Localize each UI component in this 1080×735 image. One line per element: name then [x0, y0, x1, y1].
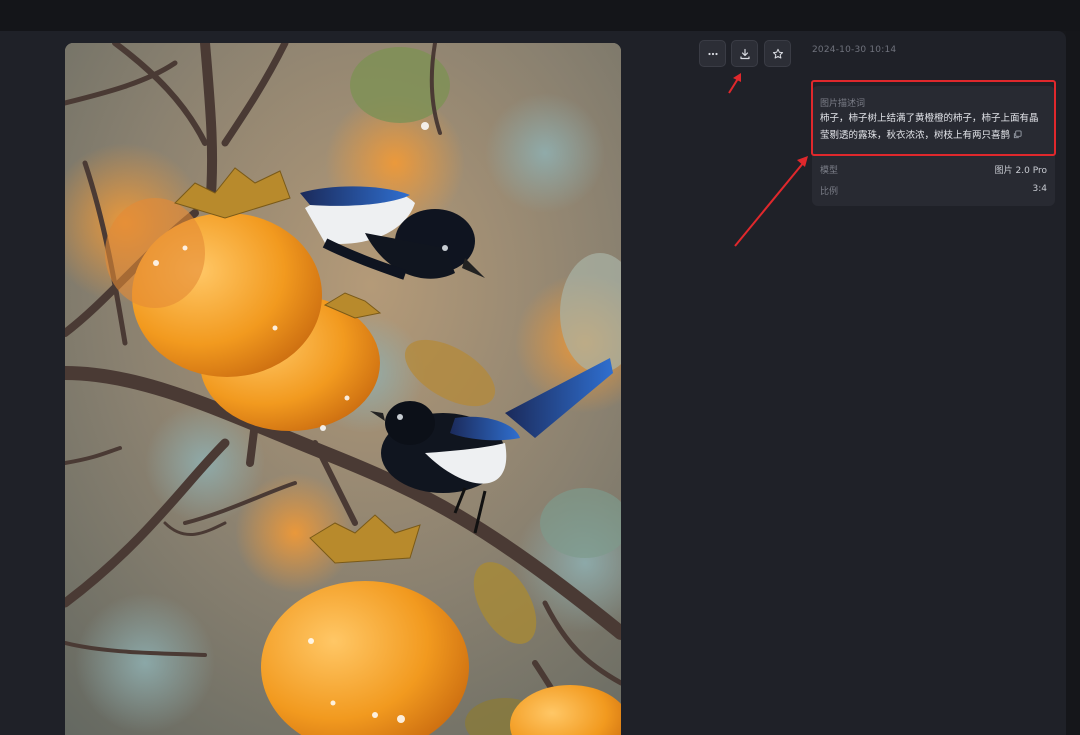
download-button[interactable]	[731, 40, 758, 67]
more-button[interactable]	[699, 40, 726, 67]
created-timestamp: 2024-10-30 10:14	[812, 45, 897, 55]
star-icon	[772, 48, 783, 58]
copy-icon[interactable]	[1013, 130, 1022, 139]
prompt-text[interactable]: 柿子，柿子树上结满了黄橙橙的柿子，柿子上面有晶莹剔透的露珠，秋衣浓浓，树枝上有两…	[820, 110, 1046, 144]
scroll-gutter	[1066, 31, 1080, 735]
model-label: 模型	[820, 166, 839, 176]
ratio-label: 比例	[820, 187, 839, 197]
generated-image[interactable]	[65, 43, 621, 735]
ratio-row: 比例 3:4	[820, 184, 1047, 198]
prompt-label: 图片描述词	[820, 99, 866, 109]
more-horizontal-icon	[707, 52, 718, 55]
prompt-text-content: 柿子，柿子树上结满了黄橙橙的柿子，柿子上面有晶莹剔透的露珠，秋衣浓浓，树枝上有两…	[820, 113, 1039, 141]
model-value: 图片 2.0 Pro	[994, 166, 1047, 176]
favorite-button[interactable]	[764, 40, 791, 67]
model-row: 模型 图片 2.0 Pro	[820, 163, 1047, 177]
top-bar	[0, 0, 1080, 31]
download-icon	[739, 48, 750, 59]
persimmon-magpie-image	[65, 43, 621, 735]
ratio-value: 3:4	[1032, 184, 1047, 194]
